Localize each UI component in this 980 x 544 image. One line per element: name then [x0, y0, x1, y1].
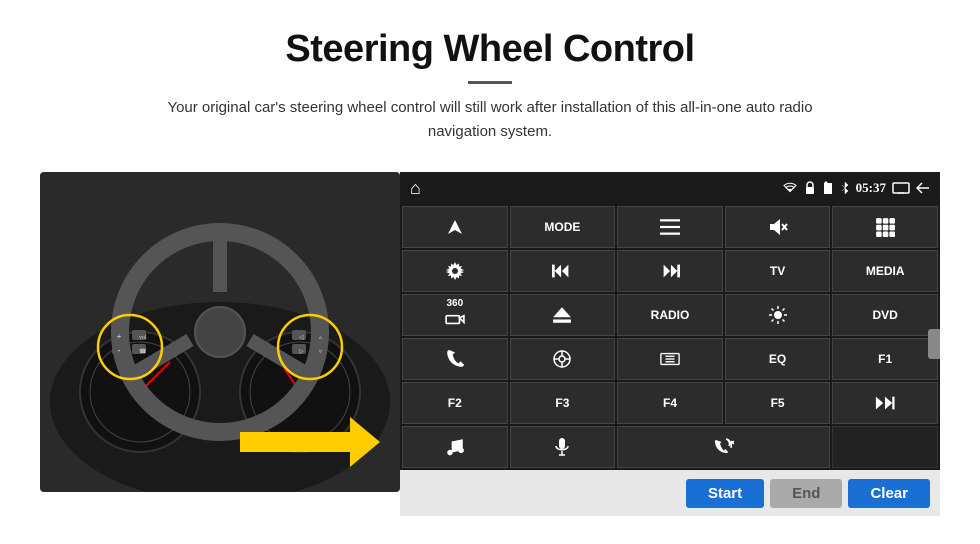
svg-text:+: + — [117, 332, 122, 341]
clear-button[interactable]: Clear — [848, 479, 930, 508]
btn-music[interactable] — [402, 426, 508, 468]
subtitle-text: Your original car's steering wheel contr… — [140, 96, 840, 144]
scroll-tab[interactable] — [928, 329, 940, 359]
btn-settings[interactable] — [402, 250, 508, 292]
buttons-grid: MODE — [400, 204, 940, 470]
steering-wheel-svg: + - vol ☎ ◁ ▷ ▵ ▿ — [40, 172, 400, 492]
btn-playpause[interactable] — [832, 382, 938, 424]
start-button[interactable]: Start — [686, 479, 764, 508]
btn-call[interactable] — [617, 426, 830, 468]
bluetooth-icon — [840, 181, 850, 195]
btn-f1[interactable]: F1 — [832, 338, 938, 380]
btn-f2[interactable]: F2 — [402, 382, 508, 424]
screen-icon — [892, 182, 910, 194]
btn-phone[interactable] — [402, 338, 508, 380]
btn-navi[interactable] — [510, 338, 616, 380]
btn-eq[interactable]: EQ — [725, 338, 831, 380]
svg-text:☎: ☎ — [139, 348, 147, 355]
btn-media[interactable]: MEDIA — [832, 250, 938, 292]
svg-text:◁: ◁ — [299, 335, 304, 341]
svg-text:▿: ▿ — [319, 349, 322, 355]
svg-text:vol: vol — [139, 335, 147, 341]
btn-dvd[interactable]: DVD — [832, 294, 938, 336]
back-icon — [916, 182, 930, 194]
status-time: 05:37 — [856, 180, 886, 196]
home-icon[interactable]: ⌂ — [410, 178, 421, 199]
btn-apps[interactable] — [832, 206, 938, 248]
btn-f5[interactable]: F5 — [725, 382, 831, 424]
btn-f3[interactable]: F3 — [510, 382, 616, 424]
btn-list[interactable] — [617, 206, 723, 248]
control-panel: ⌂ — [400, 172, 940, 516]
wifi-icon — [782, 182, 798, 194]
btn-empty — [832, 426, 938, 468]
steering-wheel-image: + - vol ☎ ◁ ▷ ▵ ▿ — [40, 172, 400, 492]
svg-text:▷: ▷ — [299, 349, 304, 355]
page-title: Steering Wheel Control — [140, 28, 840, 71]
title-divider — [468, 81, 512, 84]
lock-icon — [804, 181, 816, 195]
btn-f4[interactable]: F4 — [617, 382, 723, 424]
btn-next[interactable] — [617, 250, 723, 292]
title-section: Steering Wheel Control Your original car… — [140, 28, 840, 144]
status-bar: ⌂ — [400, 172, 940, 204]
btn-radio[interactable]: RADIO — [617, 294, 723, 336]
status-bar-right: 05:37 — [782, 180, 930, 196]
btn-mute[interactable] — [725, 206, 831, 248]
btn-screen-ratio[interactable] — [617, 338, 723, 380]
btn-eject[interactable] — [510, 294, 616, 336]
end-button[interactable]: End — [770, 479, 842, 508]
btn-nav[interactable] — [402, 206, 508, 248]
svg-text:-: - — [118, 346, 121, 355]
btn-mode[interactable]: MODE — [510, 206, 616, 248]
action-bar: Start End Clear — [400, 470, 940, 516]
btn-brightness[interactable] — [725, 294, 831, 336]
btn-mic[interactable] — [510, 426, 616, 468]
sd-icon — [822, 181, 834, 195]
btn-cam360[interactable]: 360 — [402, 294, 508, 336]
content-area: + - vol ☎ ◁ ▷ ▵ ▿ — [40, 172, 940, 516]
btn-prev[interactable] — [510, 250, 616, 292]
svg-text:▵: ▵ — [319, 335, 322, 341]
btn-tv[interactable]: TV — [725, 250, 831, 292]
page-wrapper: Steering Wheel Control Your original car… — [0, 0, 980, 544]
